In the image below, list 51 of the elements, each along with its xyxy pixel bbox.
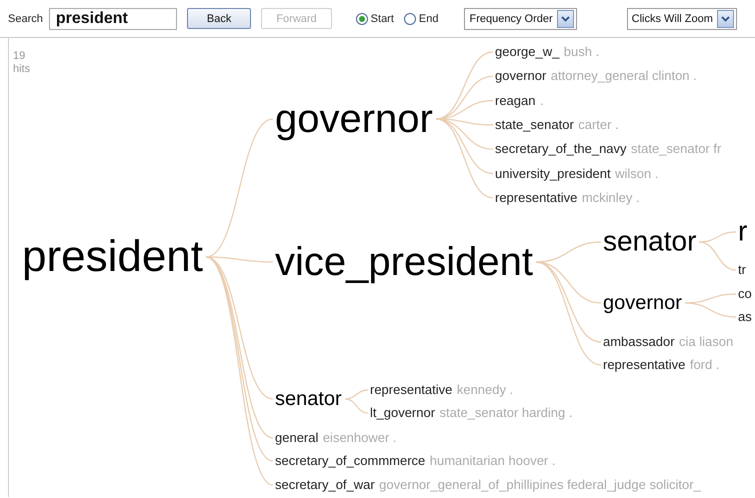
tree-word[interactable]: secretary_of_the_navy (495, 141, 627, 156)
radio-button[interactable] (404, 12, 416, 24)
back-button[interactable]: Back (186, 8, 252, 29)
tree-word[interactable]: representative (495, 190, 578, 205)
phrase-tail: bush . (564, 44, 600, 60)
tree-word[interactable]: state_senator (495, 117, 574, 132)
phrase-tail: wilson . (615, 166, 658, 181)
tree-word[interactable]: as (738, 309, 752, 324)
tree-word[interactable]: governor (275, 97, 433, 141)
chevron-down-icon[interactable] (556, 10, 574, 28)
tree-word[interactable]: president (22, 232, 204, 281)
phrase-tail: mckinley . (582, 190, 640, 205)
phrase-tail: attorney_general clinton . (550, 68, 697, 84)
phrase-tail: governor_general_of_phillipines federal_judge solicitor_ (379, 477, 701, 492)
radio-label[interactable]: Start (370, 12, 394, 24)
phrase-tail: cia liason (679, 334, 734, 350)
phrase-tail: state_senator fr (630, 141, 722, 156)
tree-word[interactable]: secretary_of_commmerce (275, 453, 426, 468)
tree-word[interactable]: secretary_of_war (275, 477, 375, 492)
tree-word[interactable]: general (275, 430, 318, 446)
tree-word[interactable]: senator (275, 388, 342, 410)
tree-word[interactable]: senator (603, 226, 696, 257)
dropdown[interactable]: Frequency Order (464, 8, 577, 30)
tree-word[interactable]: governor (603, 292, 682, 314)
tree-word[interactable]: representative (370, 382, 452, 398)
phrase-tail: humanitarian hoover . (430, 453, 556, 468)
tree-word[interactable]: vice_president (275, 240, 533, 284)
hit-count: 19 (13, 50, 26, 63)
phrase-tail: . (540, 92, 544, 108)
radio-button[interactable] (356, 12, 368, 24)
phrase-tail: eisenhower . (322, 430, 397, 446)
radio-label[interactable]: End (418, 12, 438, 24)
tree-word[interactable]: representative (603, 357, 686, 372)
chevron-down-icon[interactable] (716, 10, 734, 28)
hit-label: hits (13, 63, 30, 76)
tree-word[interactable]: governor (495, 68, 546, 84)
tree-word[interactable]: co (738, 286, 752, 302)
search-field[interactable]: president (48, 8, 177, 30)
tree-word[interactable]: r (738, 216, 748, 247)
tree-word[interactable]: george_w_ (495, 44, 560, 60)
tree-word[interactable]: ambassador (603, 334, 675, 350)
tree-word[interactable]: university_president (495, 166, 611, 181)
tree-word[interactable]: tr (738, 262, 746, 278)
dropdown[interactable]: Clicks Will Zoom (626, 8, 737, 30)
search-label: Search (8, 12, 43, 24)
tree-word[interactable]: lt_governor (370, 405, 436, 420)
phrase-tail: state_senator harding . (440, 405, 572, 420)
tree-word[interactable]: reagan (495, 92, 536, 108)
phrase-tail: ford . (690, 357, 720, 372)
phrase-tail: kennedy . (456, 382, 514, 398)
phrase-tail: carter . (578, 117, 619, 132)
